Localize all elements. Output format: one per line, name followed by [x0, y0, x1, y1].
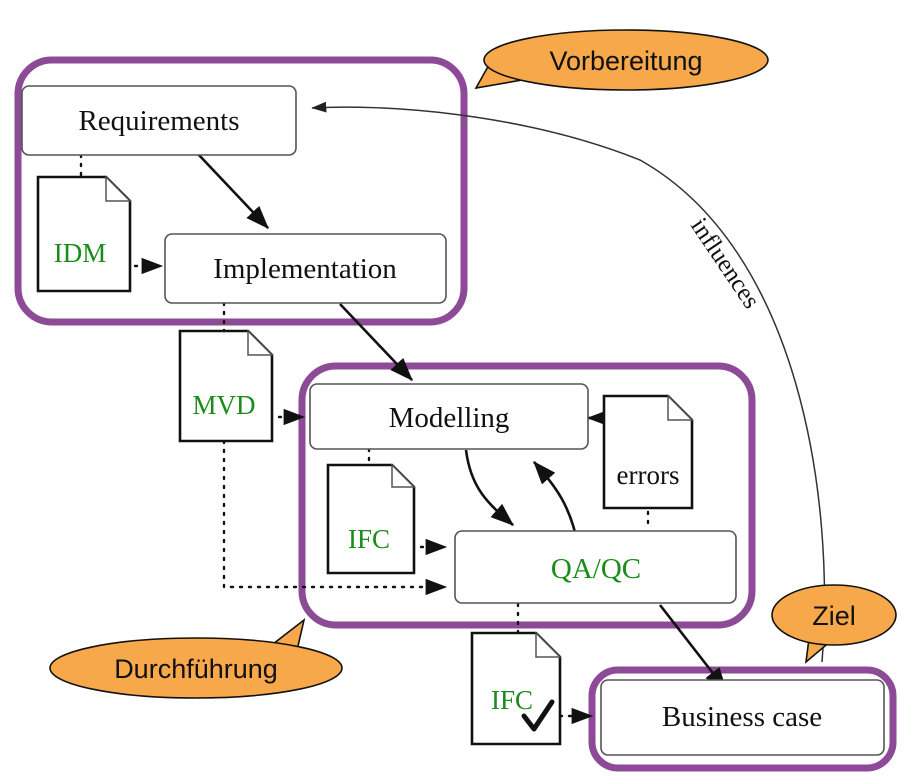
callout-ziel: Ziel [771, 584, 897, 664]
document-ifc-verified[interactable]: IFC [470, 631, 562, 746]
edge-requirements-to-implementation [197, 153, 269, 229]
callout-label-durchfuehrung: Durchführung [114, 654, 278, 684]
document-ifc-modelling[interactable]: IFC [326, 463, 416, 575]
document-errors[interactable]: errors [602, 394, 694, 510]
edge-qaqc-to-business-case [658, 604, 728, 692]
node-qaqc[interactable]: QA/QC [454, 530, 737, 604]
document-label-errors: errors [617, 460, 680, 490]
diagram-svg: influences Requirements Implementation M… [14, 29, 897, 772]
callout-label-vorbereitung: Vorbereitung [549, 46, 702, 76]
callout-durchfuehrung: Durchführung [49, 617, 343, 699]
callout-vorbereitung: Vorbereitung [474, 29, 769, 91]
node-label-requirements: Requirements [78, 105, 239, 137]
node-label-implementation: Implementation [213, 253, 397, 285]
document-label-idm: IDM [54, 238, 107, 268]
document-label-ifc-modelling: IFC [348, 524, 390, 554]
edge-label-influences: influences [685, 213, 765, 313]
edge-modelling-to-qaqc [464, 449, 514, 526]
document-label-mvd: MVD [192, 390, 255, 420]
document-idm[interactable]: IDM [36, 175, 132, 293]
node-label-business-case: Business case [662, 701, 822, 733]
callout-label-ziel: Ziel [812, 601, 856, 631]
node-requirements[interactable]: Requirements [21, 85, 297, 156]
node-business-case[interactable]: Business case [600, 679, 885, 756]
diagram-canvas: influences Requirements Implementation M… [0, 0, 908, 778]
node-label-qaqc: QA/QC [551, 553, 641, 585]
document-label-ifc-verified: IFC [491, 685, 533, 715]
node-implementation[interactable]: Implementation [164, 233, 447, 304]
node-label-modelling: Modelling [389, 402, 510, 434]
document-mvd[interactable]: MVD [178, 329, 274, 443]
node-modelling[interactable]: Modelling [309, 383, 589, 450]
